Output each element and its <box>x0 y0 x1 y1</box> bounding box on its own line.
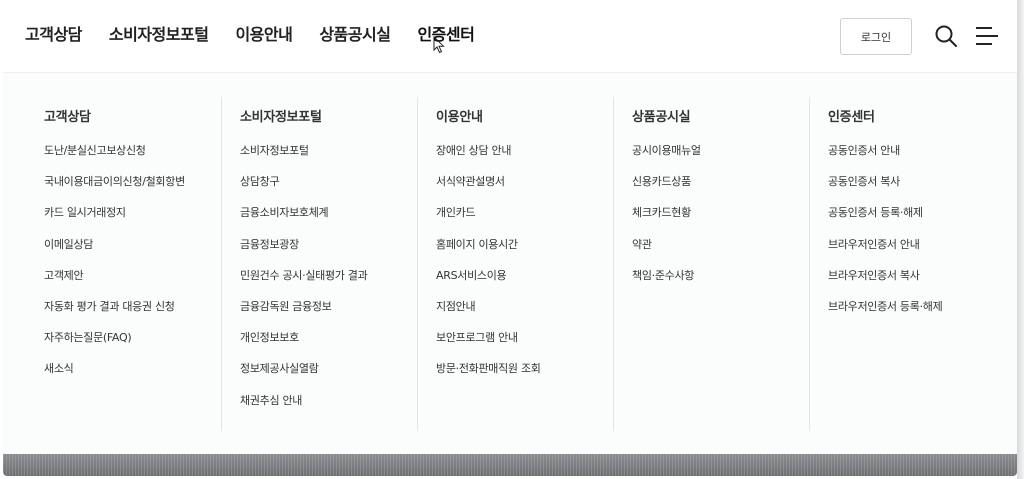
menu-link[interactable]: 홈페이지 이용시간 <box>436 237 608 268</box>
menu-link[interactable]: 약관 <box>632 237 804 268</box>
mega-column-usage-guide: 이용안내 장애인 상담 안내 서식약관설명서 개인카드 홈페이지 이용시간 AR… <box>417 97 608 431</box>
column-title[interactable]: 소비자정보포털 <box>240 106 412 125</box>
menu-link[interactable]: 공동인증서 등록·해제 <box>828 205 1000 236</box>
column-title[interactable]: 고객상담 <box>44 106 216 125</box>
mega-menu-panel: 고객상담 도난/분실신고보상신청 국내이용대금이의신청/철회항변 카드 일시거래… <box>3 72 1017 455</box>
search-icon[interactable] <box>934 24 958 48</box>
menu-link[interactable]: 도난/분실신고보상신청 <box>44 143 216 174</box>
menu-link[interactable]: 국내이용대금이의신청/철회항변 <box>44 174 216 205</box>
panel-bottom-bar <box>3 454 1017 476</box>
menu-link[interactable]: 고객제안 <box>44 268 216 299</box>
gnb-item-customer-service[interactable]: 고객상담 <box>25 24 82 46</box>
gnb-item-consumer-portal[interactable]: 소비자정보포털 <box>109 24 209 46</box>
mega-column-customer-service: 고객상담 도난/분실신고보상신청 국내이용대금이의신청/철회항변 카드 일시거래… <box>26 97 216 431</box>
mega-column-product-disclosure: 상품공시실 공시이용매뉴얼 신용카드상품 체크카드현황 약관 책임·준수사항 <box>613 97 804 431</box>
menu-link[interactable]: 브라우저인증서 안내 <box>828 237 1000 268</box>
menu-link[interactable]: 공시이용매뉴얼 <box>632 143 804 174</box>
gnb-item-product-disclosure[interactable]: 상품공시실 <box>319 24 391 46</box>
menu-link[interactable]: 금융소비자보호체계 <box>240 205 412 236</box>
menu-link[interactable]: 방문·전화판매직원 조회 <box>436 361 608 392</box>
global-nav: 고객상담 소비자정보포털 이용안내 상품공시실 인증센터 <box>25 24 501 46</box>
hamburger-menu-icon[interactable] <box>975 26 999 46</box>
menu-link[interactable]: 체크카드현황 <box>632 205 804 236</box>
column-list: 소비자정보포털 상담창구 금융소비자보호체계 금융정보광장 민원건수 공시·실태… <box>222 143 412 424</box>
menu-link[interactable]: 채권추심 안내 <box>240 393 412 424</box>
menu-link[interactable]: 자주하는질문(FAQ) <box>44 330 216 361</box>
menu-link[interactable]: 상담창구 <box>240 174 412 205</box>
menu-link[interactable]: 보안프로그램 안내 <box>436 330 608 361</box>
menu-link[interactable]: 이메일상담 <box>44 237 216 268</box>
column-list: 장애인 상담 안내 서식약관설명서 개인카드 홈페이지 이용시간 ARS서비스이… <box>418 143 608 393</box>
menu-link[interactable]: 장애인 상담 안내 <box>436 143 608 174</box>
menu-link[interactable]: 소비자정보포털 <box>240 143 412 174</box>
menu-link[interactable]: 금융정보광장 <box>240 237 412 268</box>
column-title[interactable]: 상품공시실 <box>632 106 804 125</box>
gnb-item-usage-guide[interactable]: 이용안내 <box>235 24 292 46</box>
menu-link[interactable]: 공동인증서 복사 <box>828 174 1000 205</box>
menu-link[interactable]: ARS서비스이용 <box>436 268 608 299</box>
menu-link[interactable]: 공동인증서 안내 <box>828 143 1000 174</box>
mega-column-consumer-portal: 소비자정보포털 소비자정보포털 상담창구 금융소비자보호체계 금융정보광장 민원… <box>221 97 412 431</box>
column-list: 도난/분실신고보상신청 국내이용대금이의신청/철회항변 카드 일시거래정지 이메… <box>26 143 216 393</box>
menu-link[interactable]: 책임·준수사항 <box>632 268 804 299</box>
menu-link[interactable]: 신용카드상품 <box>632 174 804 205</box>
window-edge-shadow <box>1017 0 1024 479</box>
menu-link[interactable]: 서식약관설명서 <box>436 174 608 205</box>
menu-link[interactable]: 민원건수 공시·실태평가 결과 <box>240 268 412 299</box>
menu-link[interactable]: 카드 일시거래정지 <box>44 205 216 236</box>
mega-column-certificate-center: 인증센터 공동인증서 안내 공동인증서 복사 공동인증서 등록·해제 브라우저인… <box>809 97 1000 431</box>
login-button[interactable]: 로그인 <box>840 18 912 55</box>
gnb-item-certificate-center[interactable]: 인증센터 <box>415 24 477 46</box>
menu-link[interactable]: 금융감독원 금융정보 <box>240 299 412 330</box>
menu-link[interactable]: 자동화 평가 결과 대응권 신청 <box>44 299 216 330</box>
menu-link[interactable]: 개인정보보호 <box>240 330 412 361</box>
column-list: 공시이용매뉴얼 신용카드상품 체크카드현황 약관 책임·준수사항 <box>614 143 804 299</box>
column-title[interactable]: 이용안내 <box>436 106 608 125</box>
menu-link[interactable]: 지점안내 <box>436 299 608 330</box>
menu-link[interactable]: 정보제공사실열람 <box>240 361 412 392</box>
column-title[interactable]: 인증센터 <box>828 106 1000 125</box>
menu-link[interactable]: 개인카드 <box>436 205 608 236</box>
menu-link[interactable]: 새소식 <box>44 361 216 392</box>
menu-link[interactable]: 브라우저인증서 복사 <box>828 268 1000 299</box>
header: 고객상담 소비자정보포털 이용안내 상품공시실 인증센터 로그인 <box>0 0 1016 72</box>
column-list: 공동인증서 안내 공동인증서 복사 공동인증서 등록·해제 브라우저인증서 안내… <box>810 143 1000 330</box>
menu-link[interactable]: 브라우저인증서 등록·해제 <box>828 299 1000 330</box>
